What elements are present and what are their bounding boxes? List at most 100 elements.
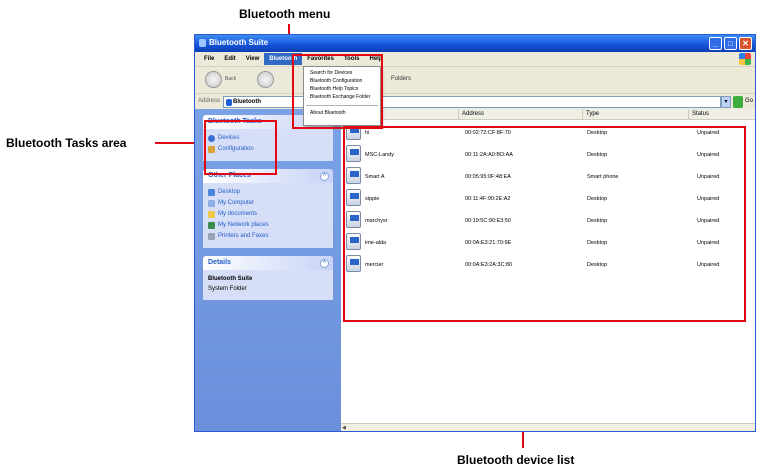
- configuration-icon: [208, 145, 215, 153]
- device-status: Unpaired: [697, 262, 720, 268]
- device-row[interactable]: hi 00:02:72:CF:8F:70 Desktop Unpaired: [341, 121, 755, 143]
- maximize-button[interactable]: □: [724, 37, 737, 50]
- place-link-desktop-label: Desktop: [218, 189, 241, 195]
- device-name: marchysr: [365, 218, 388, 224]
- details-panel: Details ^ Bluetooth Suite System Folder: [203, 256, 333, 300]
- device-address: 00:11:4F:90:2E:A2: [465, 196, 511, 202]
- device-status: Unpaired: [697, 240, 720, 246]
- device-type: Desktop: [587, 262, 608, 268]
- device-status: Unpaired: [697, 174, 720, 180]
- task-link-devices[interactable]: Devices: [208, 133, 328, 143]
- other-places-header[interactable]: Other Places ^: [203, 169, 333, 183]
- device-type: Desktop: [587, 152, 608, 158]
- place-link-my-computer[interactable]: My Computer: [208, 198, 328, 208]
- device-row[interactable]: Smart A 00:05:95:0F:48:EA Smart phone Un…: [341, 165, 755, 187]
- callout-bluetooth-tasks: Bluetooth Tasks area: [6, 136, 127, 150]
- menu-item-exchange-folder[interactable]: Bluetooth Exchange Folder: [304, 93, 380, 101]
- menu-help[interactable]: Help: [365, 53, 388, 65]
- folder-icon: [208, 210, 215, 218]
- bluetooth-tasks-title: Bluetooth Tasks: [208, 118, 262, 125]
- close-button[interactable]: ✕: [739, 37, 752, 50]
- forward-arrow-icon[interactable]: [257, 71, 274, 88]
- device-row[interactable]: marchysr 00:19:5C:90:E3:50 Desktop Unpai…: [341, 209, 755, 231]
- device-name: sippie: [365, 196, 380, 202]
- go-button-label[interactable]: Go: [745, 98, 753, 104]
- details-body: Bluetooth Suite System Folder: [203, 270, 333, 300]
- horizontal-scrollbar[interactable]: ◀: [341, 423, 755, 431]
- device-name: ime-alda: [365, 240, 387, 246]
- desktop-device-icon: [346, 145, 361, 162]
- details-collapse-chevron-icon[interactable]: ^: [320, 259, 329, 268]
- menu-edit[interactable]: Edit: [219, 53, 240, 65]
- device-status: Unpaired: [697, 152, 720, 158]
- details-name: Bluetooth Suite: [208, 276, 253, 282]
- desktop-device-icon: [346, 189, 361, 206]
- menu-view[interactable]: View: [241, 53, 265, 65]
- device-name: hi: [365, 130, 370, 136]
- bluetooth-tasks-body: Devices Configuration: [203, 129, 333, 161]
- address-dropdown-chevron-icon[interactable]: ▾: [721, 96, 731, 108]
- menu-tools[interactable]: Tools: [339, 53, 365, 65]
- device-row[interactable]: mercier 00:0A:E3:2A:3C:80 Desktop Unpair…: [341, 253, 755, 275]
- folders-button[interactable]: Folders: [391, 76, 411, 82]
- device-row[interactable]: MSC-Landy 00:11:2A:A0:BD:AA Desktop Unpa…: [341, 143, 755, 165]
- toolbar: Back Folders: [195, 66, 755, 93]
- device-row[interactable]: ime-alda 00:0A:E3:21:70:9E Desktop Unpai…: [341, 231, 755, 253]
- place-link-network-label: My Network places: [218, 222, 269, 228]
- device-address: 00:11:2A:A0:BD:AA: [465, 152, 513, 158]
- column-header-type[interactable]: Type: [583, 109, 689, 120]
- task-link-configuration-label: Configuration: [218, 146, 254, 152]
- details-header[interactable]: Details ^: [203, 256, 333, 270]
- device-name: MSC-Landy: [365, 152, 395, 158]
- windows-logo-icon: [739, 53, 751, 65]
- desktop-device-icon: [346, 211, 361, 228]
- place-link-printers-label: Printers and Faxes: [218, 233, 269, 239]
- menu-separator: [306, 105, 378, 106]
- address-input[interactable]: Bluetooth: [223, 96, 721, 108]
- task-pane: Bluetooth Tasks Devices Configuration Ot…: [195, 109, 341, 431]
- device-address: 00:19:5C:90:E3:50: [465, 218, 511, 224]
- menu-file[interactable]: File: [199, 53, 219, 65]
- device-type: Desktop: [587, 130, 608, 136]
- menu-bluetooth[interactable]: Bluetooth: [264, 53, 303, 65]
- bluetooth-dropdown-menu: Search for Devices Bluetooth Configurati…: [303, 66, 381, 126]
- device-type: Desktop: [587, 218, 608, 224]
- details-type: System Folder: [208, 286, 247, 292]
- device-address: 00:0A:E3:21:70:9E: [465, 240, 512, 246]
- details-title: Details: [208, 259, 231, 266]
- scroll-left-arrow-icon[interactable]: ◀: [342, 425, 350, 431]
- back-button-label[interactable]: Back: [225, 76, 236, 82]
- desktop-icon: [208, 188, 215, 196]
- minimize-button[interactable]: _: [709, 37, 722, 50]
- collapse-chevron-icon[interactable]: ^: [320, 172, 329, 181]
- place-link-my-documents[interactable]: My documents: [208, 209, 328, 219]
- address-bar: Address Bluetooth ▾ Go: [195, 93, 755, 109]
- device-status: Unpaired: [697, 196, 720, 202]
- printer-icon: [208, 232, 215, 240]
- device-type: Smart phone: [587, 174, 619, 180]
- place-link-printers[interactable]: Printers and Faxes: [208, 231, 328, 241]
- place-link-network[interactable]: My Network places: [208, 220, 328, 230]
- menu-item-about-bluetooth[interactable]: About Bluetooth: [304, 109, 380, 117]
- bluetooth-suite-window: Bluetooth Suite _ □ ✕ File Edit View Blu…: [194, 34, 756, 432]
- place-link-my-computer-label: My Computer: [218, 200, 255, 206]
- device-name: mercier: [365, 262, 384, 268]
- menu-item-search-devices[interactable]: Search for Devices: [304, 69, 380, 77]
- go-arrow-icon[interactable]: [733, 96, 743, 108]
- task-link-configuration[interactable]: Configuration: [208, 144, 328, 154]
- desktop-device-icon: [346, 255, 361, 272]
- menu-item-bluetooth-configuration[interactable]: Bluetooth Configuration: [304, 77, 380, 85]
- place-link-desktop[interactable]: Desktop: [208, 187, 328, 197]
- menu-item-help-topics[interactable]: Bluetooth Help Topics: [304, 85, 380, 93]
- menu-favorites[interactable]: Favorites: [302, 53, 339, 65]
- callout-bluetooth-menu: Bluetooth menu: [239, 7, 331, 21]
- devices-icon: [208, 134, 215, 142]
- column-header-address[interactable]: Address: [459, 109, 583, 120]
- back-arrow-icon[interactable]: [205, 71, 222, 88]
- other-places-title: Other Places: [208, 172, 251, 179]
- device-address: 00:02:72:CF:8F:70: [465, 130, 511, 136]
- column-header-status[interactable]: Status: [689, 109, 755, 120]
- device-status: Unpaired: [697, 130, 720, 136]
- device-row[interactable]: sippie 00:11:4F:90:2E:A2 Desktop Unpaire…: [341, 187, 755, 209]
- title-bar[interactable]: Bluetooth Suite _ □ ✕: [195, 35, 755, 52]
